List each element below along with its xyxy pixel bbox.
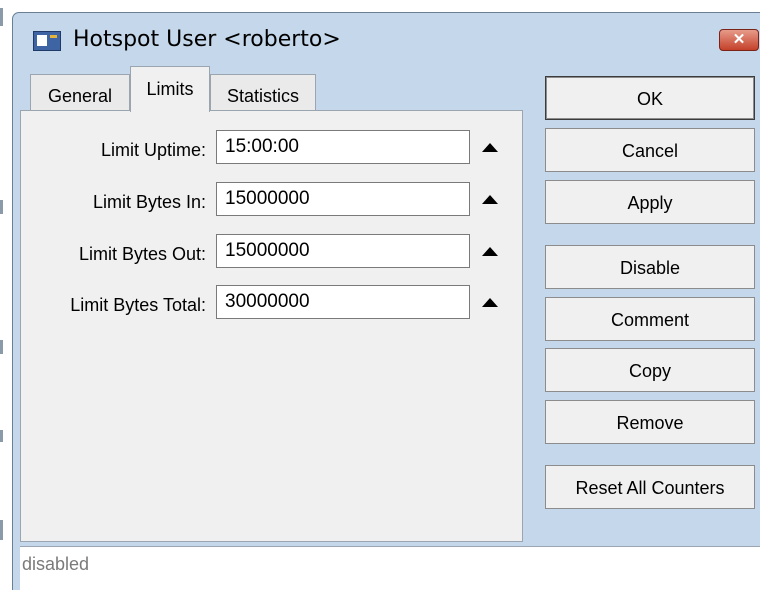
edge-mark xyxy=(0,200,3,214)
background-window-edge xyxy=(0,0,10,590)
edge-mark xyxy=(0,8,3,26)
limit-uptime-label: Limit Uptime: xyxy=(100,140,206,160)
reset-all-counters-button[interactable]: Reset All Counters xyxy=(545,465,755,509)
cancel-button[interactable]: Cancel xyxy=(545,128,755,172)
limit-bytes-out-expand-icon[interactable] xyxy=(482,247,498,256)
title-bar[interactable]: Hotspot User <roberto> ✕ xyxy=(13,13,760,59)
limit-bytes-in-label: Limit Bytes In: xyxy=(92,192,206,212)
remove-button[interactable]: Remove xyxy=(545,400,755,444)
tab-statistics-label: Statistics xyxy=(226,86,300,106)
limit-bytes-total-label: Limit Bytes Total: xyxy=(70,295,206,315)
tab-general-label: General xyxy=(47,86,113,106)
limit-bytes-total-input[interactable]: 30000000 xyxy=(216,285,470,319)
limit-bytes-total-expand-icon[interactable] xyxy=(482,298,498,307)
edge-mark xyxy=(0,520,3,540)
tab-statistics[interactable]: Statistics xyxy=(210,74,316,112)
close-icon[interactable]: ✕ xyxy=(719,29,759,51)
disable-button[interactable]: Disable xyxy=(545,245,755,289)
window-app-icon xyxy=(33,31,61,51)
limit-uptime-expand-icon[interactable] xyxy=(482,143,498,152)
ok-button[interactable]: OK xyxy=(545,76,755,120)
limit-bytes-out-label: Limit Bytes Out: xyxy=(78,244,206,264)
tab-general[interactable]: General xyxy=(30,74,130,112)
limits-panel xyxy=(20,110,523,542)
limit-bytes-in-input[interactable]: 15000000 xyxy=(216,182,470,216)
status-bar: disabled xyxy=(20,546,760,590)
tab-limits[interactable]: Limits xyxy=(130,66,210,112)
limit-uptime-input[interactable]: 15:00:00 xyxy=(216,130,470,164)
window-title: Hotspot User <roberto> xyxy=(73,27,341,52)
tab-limits-label: Limits xyxy=(146,79,194,99)
limit-bytes-out-input[interactable]: 15000000 xyxy=(216,234,470,268)
limit-bytes-in-expand-icon[interactable] xyxy=(482,195,498,204)
comment-button[interactable]: Comment xyxy=(545,297,755,341)
copy-button[interactable]: Copy xyxy=(545,348,755,392)
edge-mark xyxy=(0,430,3,442)
apply-button[interactable]: Apply xyxy=(545,180,755,224)
status-text: disabled xyxy=(22,554,90,574)
edge-mark xyxy=(0,340,3,354)
